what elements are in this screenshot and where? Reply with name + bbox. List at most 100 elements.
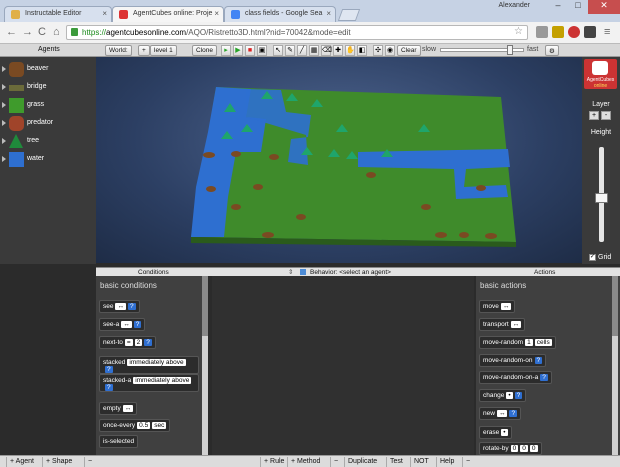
minimize-icon[interactable]: –: [548, 0, 568, 14]
conditions-scrollbar[interactable]: [202, 276, 208, 455]
arrow-tool-icon[interactable]: ↖: [273, 45, 283, 56]
action-move-random[interactable]: move-random 1 cells: [479, 336, 556, 349]
parameter-chip[interactable]: 0: [510, 445, 519, 452]
draw-line-icon[interactable]: ╱: [297, 45, 307, 56]
condition-stacked-a[interactable]: stacked-a immediately above?: [99, 374, 199, 392]
bottom-rule-button[interactable]: + Rule: [260, 457, 287, 467]
parameter-chip[interactable]: immediately above: [133, 377, 192, 384]
parameter-chip[interactable]: ↔: [510, 321, 522, 328]
tab-google-search[interactable]: class fields - Google Sea ×: [224, 6, 336, 22]
action-new[interactable]: new ↔?: [479, 407, 522, 420]
agent-picker-icon[interactable]: ?: [534, 357, 543, 364]
action-erase[interactable]: erase •: [479, 426, 512, 439]
stop-icon[interactable]: ■: [245, 45, 255, 56]
parameter-chip[interactable]: =: [124, 339, 133, 346]
bottom--button[interactable]: −: [462, 457, 473, 467]
expand-triangle-icon[interactable]: [2, 138, 6, 144]
condition-see-a[interactable]: see-a ↔?: [99, 318, 146, 331]
grid-checkbox[interactable]: ✓: [589, 254, 596, 261]
parameter-chip[interactable]: 2: [134, 339, 143, 346]
condition-is-selected[interactable]: is-selected: [99, 435, 139, 448]
agent-row-tree[interactable]: tree: [0, 133, 96, 150]
layer-plus-button[interactable]: +: [589, 111, 599, 120]
layer-minus-button[interactable]: -: [601, 111, 611, 120]
agent-picker-icon[interactable]: ?: [514, 392, 523, 399]
adblock-icon[interactable]: [568, 26, 580, 38]
profile-name[interactable]: Alexander: [498, 2, 530, 9]
lock-behavior-icon[interactable]: [300, 269, 306, 275]
parameter-chip[interactable]: 0: [529, 445, 538, 452]
parameter-chip[interactable]: immediately above: [127, 359, 186, 366]
parameter-chip[interactable]: ↔: [115, 303, 126, 310]
hand-icon[interactable]: ✋: [345, 45, 355, 56]
expand-triangle-icon[interactable]: [2, 156, 6, 162]
maximize-icon[interactable]: □: [568, 0, 588, 14]
expand-triangle-icon[interactable]: [2, 66, 6, 72]
level-select[interactable]: level 1: [150, 45, 177, 56]
parameter-chip[interactable]: ↔: [121, 321, 132, 328]
extension-icon[interactable]: [536, 26, 548, 38]
resize-handle-icon[interactable]: ⇕: [288, 268, 293, 276]
tab-instructable-editor[interactable]: Instructable Editor ×: [4, 6, 112, 22]
world-view-3d[interactable]: [96, 57, 582, 263]
world-scene[interactable]: [96, 57, 582, 263]
expand-triangle-icon[interactable]: [2, 120, 6, 126]
speed-slider-knob[interactable]: [507, 45, 513, 55]
expand-triangle-icon[interactable]: [2, 102, 6, 108]
action-rotate-by[interactable]: rotate-by 0 0 0: [479, 442, 542, 455]
parameter-chip[interactable]: •: [501, 429, 508, 436]
forward-icon[interactable]: →: [22, 26, 33, 38]
agent-picker-icon[interactable]: ?: [105, 366, 113, 373]
url-field[interactable]: https://agentcubesonline.com/AQO/Ristret…: [66, 25, 528, 40]
parameter-chip[interactable]: 1: [525, 339, 533, 346]
agent-row-beaver[interactable]: beaver: [0, 61, 96, 78]
agent-row-bridge[interactable]: bridge: [0, 79, 96, 96]
drop-icon[interactable]: ✚: [333, 45, 343, 56]
back-icon[interactable]: ←: [6, 26, 17, 38]
bookmark-star-icon[interactable]: ☆: [514, 26, 523, 37]
bottom-agent-button[interactable]: + Agent: [6, 457, 37, 467]
agent-row-water[interactable]: water: [0, 151, 96, 168]
extension-icon[interactable]: [552, 26, 564, 38]
parameter-chip[interactable]: •: [506, 392, 513, 399]
speed-slider[interactable]: [440, 45, 524, 55]
action-move[interactable]: move ↔: [479, 300, 516, 313]
condition-stacked[interactable]: stacked immediately above?: [99, 356, 199, 374]
bottom-not-button[interactable]: NOT: [410, 457, 432, 467]
camera-icon[interactable]: ◧: [357, 45, 367, 56]
close-tab-icon[interactable]: ×: [326, 9, 331, 18]
bottom--button[interactable]: −: [84, 457, 95, 467]
box-tool-icon[interactable]: ▦: [309, 45, 319, 56]
reset-icon[interactable]: ▣: [257, 45, 267, 56]
parameter-chip[interactable]: 0.5: [137, 422, 151, 429]
clear-button[interactable]: Clear: [397, 45, 421, 56]
close-window-icon[interactable]: ✕: [588, 0, 620, 14]
agent-picker-icon[interactable]: ?: [127, 303, 136, 310]
condition-once-every[interactable]: once-every 0.5 sec: [99, 419, 171, 432]
agent-picker-icon[interactable]: ?: [540, 374, 548, 381]
close-tab-icon[interactable]: ×: [214, 9, 219, 18]
action-move-random-on[interactable]: move-random-on?: [479, 354, 547, 367]
agent-row-grass[interactable]: grass: [0, 97, 96, 114]
world-select[interactable]: World:: [105, 45, 132, 56]
bottom-help-button[interactable]: Help: [436, 457, 457, 467]
home-icon[interactable]: ⌂: [53, 26, 60, 38]
agent-picker-icon[interactable]: ?: [105, 384, 113, 391]
play-icon[interactable]: ▶: [233, 45, 243, 56]
close-tab-icon[interactable]: ×: [102, 9, 107, 18]
behavior-editor[interactable]: [212, 276, 474, 455]
bottom-shape-button[interactable]: + Shape: [42, 457, 75, 467]
chrome-menu-icon[interactable]: ≡: [604, 26, 610, 38]
pen-tool-icon[interactable]: ✎: [285, 45, 295, 56]
agent-picker-icon[interactable]: ?: [144, 339, 152, 346]
pan-icon[interactable]: ✣: [373, 45, 383, 56]
tab-agentcubes[interactable]: AgentCubes online: Proje ×: [112, 6, 224, 22]
parameter-chip[interactable]: cells: [534, 339, 552, 346]
parameter-chip[interactable]: sec: [152, 422, 167, 429]
parameter-chip[interactable]: ↔: [122, 405, 134, 412]
actions-scrollbar[interactable]: [612, 276, 618, 455]
condition-empty[interactable]: empty ↔: [99, 402, 138, 415]
expand-triangle-icon[interactable]: [2, 84, 6, 90]
add-level-button[interactable]: +: [138, 45, 150, 56]
new-tab-button[interactable]: [337, 9, 361, 21]
